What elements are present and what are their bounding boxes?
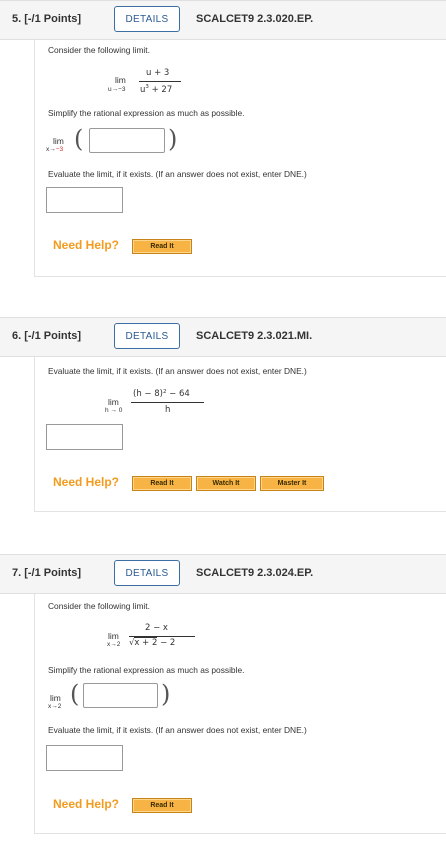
answer-input[interactable] <box>46 424 123 450</box>
question-number: 7. [-/1 Points] <box>12 567 82 579</box>
evaluate-instruction: Evaluate the limit, if it exists. (If an… <box>48 725 307 735</box>
question-6-body: Evaluate the limit, if it exists. (If an… <box>34 357 446 512</box>
fraction-numerator: 2 − x <box>145 623 168 633</box>
right-parenthesis: ) <box>168 125 178 153</box>
limit-operator: lim <box>50 693 61 703</box>
simplify-instruction: Simplify the rational expression as much… <box>48 108 245 118</box>
fraction-numerator: u + 3 <box>146 68 170 78</box>
details-button[interactable]: DETAILS <box>114 6 180 32</box>
evaluate-instruction: Evaluate the limit, if it exists. (If an… <box>48 169 307 179</box>
need-help-label: Need Help? <box>53 238 120 252</box>
limit-subscript: h → 0 <box>105 407 123 414</box>
question-5-header: 5. [-/1 Points] DETAILS SCALCET9 2.3.020… <box>0 0 446 40</box>
question-7-body: Consider the following limit. lim x→2 2 … <box>34 594 446 834</box>
need-help-label: Need Help? <box>53 475 120 489</box>
watch-it-button[interactable]: Watch It <box>196 476 256 491</box>
limit-subscript: x→2 <box>107 641 121 648</box>
read-it-button[interactable]: Read It <box>132 239 192 254</box>
question-intro: Consider the following limit. <box>48 601 150 611</box>
fraction-numerator: (h − 8)2 − 64 <box>133 389 190 399</box>
limit-operator: lim <box>115 75 126 85</box>
read-it-button[interactable]: Read It <box>132 476 192 491</box>
left-parenthesis: ( <box>70 680 80 708</box>
limit-subscript: x→2 <box>48 703 62 710</box>
answer-input[interactable] <box>46 745 123 771</box>
details-button[interactable]: DETAILS <box>114 560 180 586</box>
left-parenthesis: ( <box>74 125 84 153</box>
master-it-button[interactable]: Master It <box>260 476 324 491</box>
question-code: SCALCET9 2.3.020.EP. <box>196 13 314 25</box>
fraction-bar <box>139 81 181 82</box>
question-intro: Consider the following limit. <box>48 45 150 55</box>
question-number: 5. [-/1 Points] <box>12 13 82 25</box>
simplified-expression-input[interactable] <box>83 683 158 708</box>
simplified-expression-input[interactable] <box>89 128 165 153</box>
fraction-bar <box>131 402 204 403</box>
question-5-body: Consider the following limit. lim u→−3 u… <box>34 40 446 277</box>
limit-operator: lim <box>108 631 119 641</box>
read-it-button[interactable]: Read It <box>132 798 192 813</box>
question-code: SCALCET9 2.3.024.EP. <box>196 567 314 579</box>
details-button[interactable]: DETAILS <box>114 323 180 349</box>
question-6-header: 6. [-/1 Points] DETAILS SCALCET9 2.3.021… <box>0 317 446 357</box>
fraction-denominator: u3 + 27 <box>140 84 173 95</box>
simplify-instruction: Simplify the rational expression as much… <box>48 665 245 675</box>
limit-subscript: x→−3 <box>46 146 64 153</box>
need-help-label: Need Help? <box>53 797 120 811</box>
fraction-denominator: h <box>165 405 171 415</box>
limit-operator: lim <box>53 136 64 146</box>
question-code: SCALCET9 2.3.021.MI. <box>196 330 313 342</box>
fraction-denominator: √x + 2 − 2 <box>129 637 176 648</box>
question-number: 6. [-/1 Points] <box>12 330 82 342</box>
limit-subscript: u→−3 <box>108 86 126 93</box>
evaluate-instruction: Evaluate the limit, if it exists. (If an… <box>48 366 307 376</box>
question-7-header: 7. [-/1 Points] DETAILS SCALCET9 2.3.024… <box>0 554 446 594</box>
limit-operator: lim <box>108 397 119 407</box>
right-parenthesis: ) <box>161 680 171 708</box>
answer-input[interactable] <box>46 187 123 213</box>
